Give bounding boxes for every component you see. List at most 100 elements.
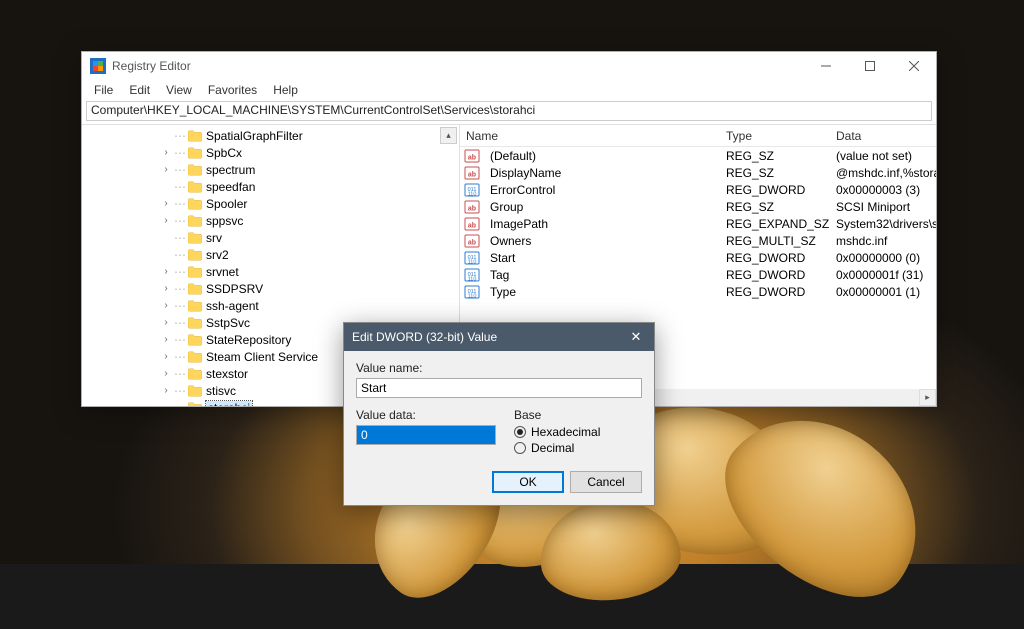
- col-name[interactable]: Name: [460, 129, 720, 143]
- expander-icon[interactable]: ›: [160, 266, 172, 277]
- titlebar[interactable]: Registry Editor: [82, 52, 936, 80]
- radio-dot-icon: [514, 426, 526, 438]
- value-data: 0x00000003 (3): [830, 183, 936, 197]
- col-type[interactable]: Type: [720, 129, 830, 143]
- dialog-close-button[interactable]: ✕: [626, 329, 646, 345]
- folder-icon: [188, 130, 202, 142]
- base-label: Base: [514, 408, 600, 422]
- minimize-button[interactable]: [804, 52, 848, 80]
- expander-icon[interactable]: ›: [160, 385, 172, 396]
- tree-item-srv2[interactable]: ⋯srv2: [82, 246, 459, 263]
- value-type: REG_EXPAND_SZ: [720, 217, 830, 231]
- radio-dot-icon: [514, 442, 526, 454]
- tree-item-label: Steam Client Service: [206, 350, 318, 364]
- col-data[interactable]: Data: [830, 129, 936, 143]
- value-type: REG_DWORD: [720, 268, 830, 282]
- value-data-field[interactable]: [356, 425, 496, 445]
- dialog-title: Edit DWORD (32-bit) Value: [352, 330, 497, 344]
- value-name-field[interactable]: [356, 378, 642, 398]
- tree-item-label: SpbCx: [206, 146, 242, 160]
- scroll-right-button[interactable]: ▸: [919, 389, 936, 406]
- expander-icon[interactable]: ›: [160, 215, 172, 226]
- folder-icon: [188, 181, 202, 193]
- tree-item-ssdpsrv[interactable]: ›⋯SSDPSRV: [82, 280, 459, 297]
- cancel-button[interactable]: Cancel: [570, 471, 642, 493]
- tree-item-label: SSDPSRV: [206, 282, 263, 296]
- tree-item-label: ssh-agent: [206, 299, 259, 313]
- value-name: ErrorControl: [484, 183, 720, 197]
- tree-item-label: stisvc: [206, 384, 236, 398]
- value-name: Group: [484, 200, 720, 214]
- value-name: Tag: [484, 268, 720, 282]
- tree-item-spectrum[interactable]: ›⋯spectrum: [82, 161, 459, 178]
- expander-icon[interactable]: ⌄: [160, 402, 172, 406]
- string-value-icon: ab: [464, 233, 480, 249]
- value-type: REG_DWORD: [720, 285, 830, 299]
- list-header[interactable]: Name Type Data: [460, 125, 936, 147]
- svg-text:110: 110: [468, 293, 477, 299]
- value-row[interactable]: 011110TagREG_DWORD0x0000001f (31): [460, 266, 936, 283]
- expander-icon[interactable]: ›: [160, 283, 172, 294]
- menu-edit[interactable]: Edit: [123, 82, 156, 98]
- folder-icon: [188, 232, 202, 244]
- menu-favorites[interactable]: Favorites: [202, 82, 263, 98]
- value-row[interactable]: abImagePathREG_EXPAND_SZSystem32\drivers…: [460, 215, 936, 232]
- radio-hexadecimal[interactable]: Hexadecimal: [514, 425, 600, 439]
- value-row[interactable]: abGroupREG_SZSCSI Miniport: [460, 198, 936, 215]
- dialog-titlebar[interactable]: Edit DWORD (32-bit) Value ✕: [344, 323, 654, 351]
- value-row[interactable]: 011110ErrorControlREG_DWORD0x00000003 (3…: [460, 181, 936, 198]
- tree-item-spbcx[interactable]: ›⋯SpbCx: [82, 144, 459, 161]
- expander-icon[interactable]: ›: [160, 300, 172, 311]
- folder-icon: [188, 317, 202, 329]
- value-type: REG_MULTI_SZ: [720, 234, 830, 248]
- expander-icon[interactable]: ›: [160, 317, 172, 328]
- svg-text:ab: ab: [468, 171, 476, 178]
- tree-item-spooler[interactable]: ›⋯Spooler: [82, 195, 459, 212]
- maximize-button[interactable]: [848, 52, 892, 80]
- string-value-icon: ab: [464, 199, 480, 215]
- folder-icon: [188, 402, 202, 407]
- expander-icon[interactable]: ›: [160, 164, 172, 175]
- tree-item-speedfan[interactable]: ⋯speedfan: [82, 178, 459, 195]
- radio-decimal[interactable]: Decimal: [514, 441, 600, 455]
- menu-help[interactable]: Help: [267, 82, 304, 98]
- binary-value-icon: 011110: [464, 250, 480, 266]
- folder-icon: [188, 368, 202, 380]
- value-type: REG_DWORD: [720, 183, 830, 197]
- tree-item-srvnet[interactable]: ›⋯srvnet: [82, 263, 459, 280]
- radio-dec-label: Decimal: [531, 441, 574, 455]
- expander-icon[interactable]: ›: [160, 368, 172, 379]
- tree-item-spatialgraphfilter[interactable]: ⋯SpatialGraphFilter: [82, 127, 459, 144]
- expander-icon[interactable]: ›: [160, 334, 172, 345]
- ok-button[interactable]: OK: [492, 471, 564, 493]
- folder-icon: [188, 385, 202, 397]
- close-button[interactable]: [892, 52, 936, 80]
- value-data: System32\drivers\storahci: [830, 217, 936, 231]
- expander-icon[interactable]: ›: [160, 351, 172, 362]
- tree-item-label: speedfan: [206, 180, 255, 194]
- value-row[interactable]: 011110StartREG_DWORD0x00000000 (0): [460, 249, 936, 266]
- tree-item-sppsvc[interactable]: ›⋯sppsvc: [82, 212, 459, 229]
- tree-item-srv[interactable]: ⋯srv: [82, 229, 459, 246]
- value-name: Type: [484, 285, 720, 299]
- value-name: ImagePath: [484, 217, 720, 231]
- address-bar[interactable]: Computer\HKEY_LOCAL_MACHINE\SYSTEM\Curre…: [86, 101, 932, 121]
- value-row[interactable]: abDisplayNameREG_SZ@mshdc.inf,%storahci: [460, 164, 936, 181]
- expander-icon[interactable]: ›: [160, 198, 172, 209]
- value-type: REG_SZ: [720, 200, 830, 214]
- menu-file[interactable]: File: [88, 82, 119, 98]
- value-type: REG_DWORD: [720, 251, 830, 265]
- value-data: 0x00000001 (1): [830, 285, 936, 299]
- folder-icon: [188, 164, 202, 176]
- value-row[interactable]: 011110TypeREG_DWORD0x00000001 (1): [460, 283, 936, 300]
- svg-text:110: 110: [468, 191, 477, 197]
- tree-item-ssh-agent[interactable]: ›⋯ssh-agent: [82, 297, 459, 314]
- expander-icon[interactable]: ›: [160, 147, 172, 158]
- value-row[interactable]: abOwnersREG_MULTI_SZmshdc.inf: [460, 232, 936, 249]
- value-row[interactable]: ab(Default)REG_SZ(value not set): [460, 147, 936, 164]
- value-data: (value not set): [830, 149, 936, 163]
- tree-item-label: SpatialGraphFilter: [206, 129, 303, 143]
- menu-view[interactable]: View: [160, 82, 198, 98]
- string-value-icon: ab: [464, 148, 480, 164]
- tree-scroll-up-button[interactable]: ▴: [440, 127, 457, 144]
